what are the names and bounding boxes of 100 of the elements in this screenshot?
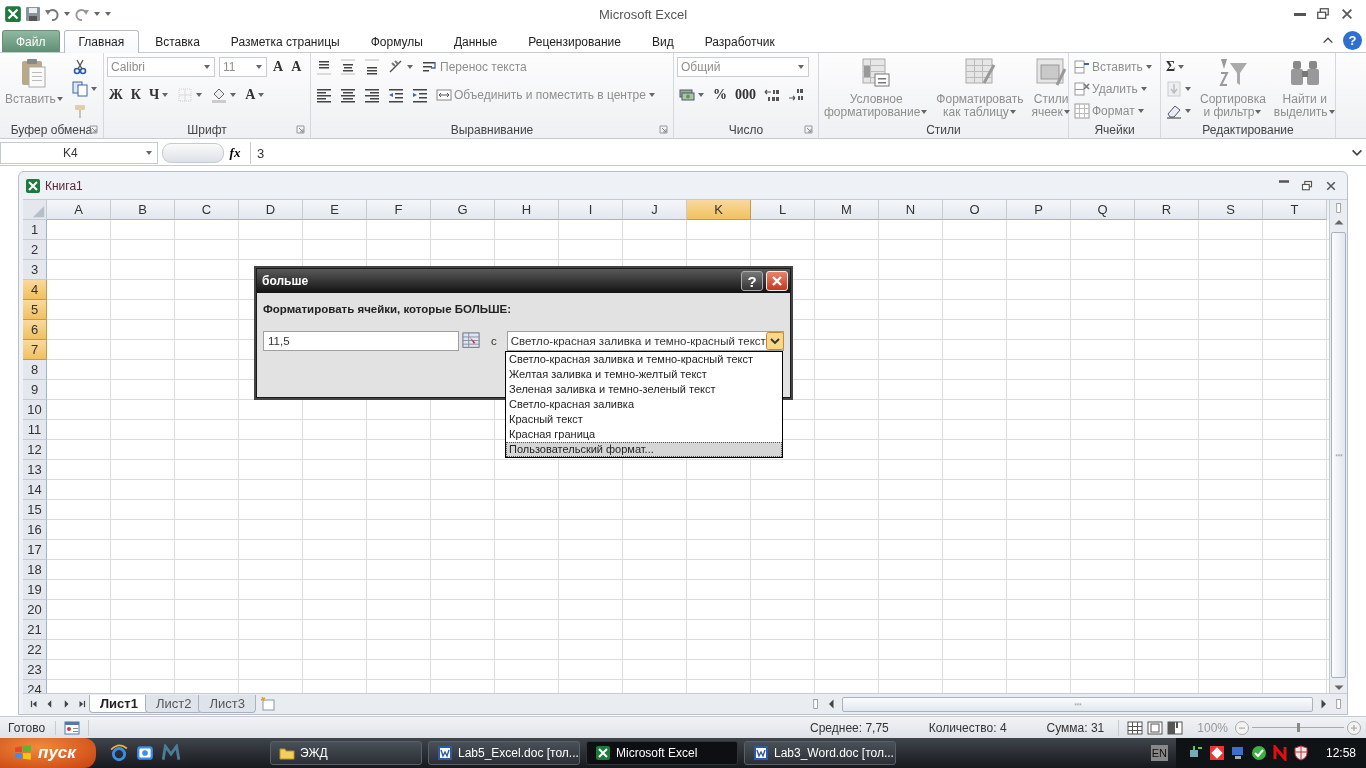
help-button[interactable]: ? [741, 271, 763, 291]
row-header[interactable]: 21 [23, 620, 47, 640]
dropdown-option[interactable]: Красный текст [506, 412, 782, 427]
launcher-icon[interactable] [659, 125, 668, 134]
last-sheet-icon[interactable] [77, 699, 87, 709]
column-header[interactable]: K [687, 200, 751, 220]
first-sheet-icon[interactable] [29, 699, 39, 709]
ribbon-tab[interactable]: Вид [636, 30, 689, 52]
sheet-tab[interactable]: Лист3 [198, 695, 256, 713]
cell-reference-button[interactable] [461, 332, 481, 350]
format-button[interactable]: Ч [147, 85, 172, 105]
format-button[interactable]: A [289, 57, 304, 77]
column-header[interactable]: L [751, 200, 815, 220]
row-header[interactable]: 19 [23, 580, 47, 600]
column-header[interactable]: J [623, 200, 687, 220]
column-header[interactable]: F [367, 200, 431, 220]
format-button[interactable]: 000 [733, 85, 758, 105]
taskbar-button[interactable]: ЭЖД [270, 741, 422, 765]
program-icon[interactable] [162, 744, 180, 762]
column-header[interactable]: I [559, 200, 623, 220]
row-header[interactable]: 9 [23, 380, 47, 400]
row-header[interactable]: 10 [23, 400, 47, 420]
row-header[interactable]: 13 [23, 460, 47, 480]
dropdown-option[interactable]: Красная граница [506, 427, 782, 442]
row-header[interactable]: 14 [23, 480, 47, 500]
column-header[interactable]: M [815, 200, 879, 220]
format-button[interactable]: A [243, 85, 268, 105]
format-button[interactable]: Ж [107, 85, 125, 105]
dropdown-option[interactable]: Светло-красная заливка и темно-красный текст [506, 352, 782, 367]
row-header[interactable]: 7 [23, 340, 47, 360]
row-header[interactable]: 3 [23, 260, 47, 280]
column-header[interactable]: R [1135, 200, 1199, 220]
column-header[interactable]: O [943, 200, 1007, 220]
column-header[interactable]: E [303, 200, 367, 220]
row-header[interactable]: 5 [23, 300, 47, 320]
dropdown-option[interactable]: Зеленая заливка и темно-зеленый текст [506, 382, 782, 397]
ribbon-tab[interactable]: Рецензирование [513, 30, 636, 52]
ribbon-tab[interactable]: Формулы [355, 30, 438, 52]
ribbon-tab[interactable]: Разработчик [689, 30, 790, 52]
row-header[interactable]: 1 [23, 220, 47, 240]
scroll-thumb[interactable] [842, 696, 1313, 712]
row-header[interactable]: 16 [23, 520, 47, 540]
taskbar-button[interactable]: Lab5_Excel.doc [тол... [428, 741, 580, 765]
row-header[interactable]: 8 [23, 360, 47, 380]
align-right-icon [364, 87, 380, 103]
column-header[interactable]: A [47, 200, 111, 220]
formula-field[interactable]: 3 [250, 142, 1348, 164]
column-header[interactable]: D [239, 200, 303, 220]
row-header[interactable]: 12 [23, 440, 47, 460]
column-header[interactable]: B [111, 200, 175, 220]
column-header[interactable]: G [431, 200, 495, 220]
browser-icon[interactable] [110, 744, 128, 762]
row-header[interactable]: 22 [23, 640, 47, 660]
row-header[interactable]: 4 [23, 280, 47, 300]
ribbon-button[interactable] [362, 57, 382, 77]
value-field[interactable]: 11,5 [263, 331, 459, 351]
column-header[interactable]: T [1263, 200, 1327, 220]
row-header[interactable]: 17 [23, 540, 47, 560]
row-header[interactable]: 15 [23, 500, 47, 520]
language-indicator[interactable]: EN [1150, 745, 1168, 761]
format-button[interactable]: % [711, 85, 729, 105]
dropdown-option[interactable]: Светло-красная заливка [506, 397, 782, 412]
format-select[interactable]: Светло-красная заливка и темно-красный текст [506, 331, 784, 351]
row-header[interactable]: 2 [23, 240, 47, 260]
taskbar-button[interactable]: Microsoft Excel [586, 741, 738, 765]
ribbon-button[interactable] [338, 57, 358, 77]
ribbon-tab[interactable]: Данные [438, 30, 513, 52]
ribbon-tab[interactable]: Главная [63, 30, 140, 53]
column-header[interactable]: C [175, 200, 239, 220]
insert-function-button[interactable]: fx [224, 145, 246, 161]
column-header[interactable]: H [495, 200, 559, 220]
format-button[interactable]: К [128, 85, 143, 105]
column-header[interactable]: S [1199, 200, 1263, 220]
dropdown-option[interactable]: Пользовательский формат... [506, 442, 782, 457]
name-box[interactable]: K4 [0, 142, 158, 164]
launcher-icon[interactable] [804, 125, 813, 134]
row-header[interactable]: 6 [23, 320, 47, 340]
help-button[interactable]: ? [1343, 30, 1362, 50]
column-header[interactable]: P [1007, 200, 1071, 220]
page-break-icon[interactable] [1167, 719, 1184, 736]
ribbon-tab[interactable]: Разметка страницы [215, 30, 355, 52]
column-header[interactable]: N [879, 200, 943, 220]
row-header[interactable]: 23 [23, 660, 47, 680]
row-header[interactable]: 11 [23, 420, 47, 440]
column-header[interactable]: Q [1071, 200, 1135, 220]
splitter-handle[interactable] [162, 143, 224, 163]
row-header[interactable]: 18 [23, 560, 47, 580]
close-button[interactable] [766, 271, 788, 291]
launcher-icon[interactable] [296, 125, 305, 134]
format-button[interactable]: A [271, 57, 286, 77]
row-header[interactable]: 20 [23, 600, 47, 620]
scroll-thumb[interactable] [1331, 232, 1346, 678]
taskbar-button[interactable]: Lab3_Word.doc [тол... [744, 741, 896, 765]
format-button[interactable]: Σ [1164, 57, 1194, 77]
page-layout-icon[interactable] [1147, 719, 1164, 736]
borders-icon [177, 87, 194, 103]
slider-thumb[interactable] [1297, 723, 1300, 732]
ribbon-tab[interactable]: Вставка [140, 30, 215, 52]
normal-view-icon[interactable] [1127, 719, 1144, 736]
dropdown-option[interactable]: Желтая заливка и темно-желтый текст [506, 367, 782, 382]
